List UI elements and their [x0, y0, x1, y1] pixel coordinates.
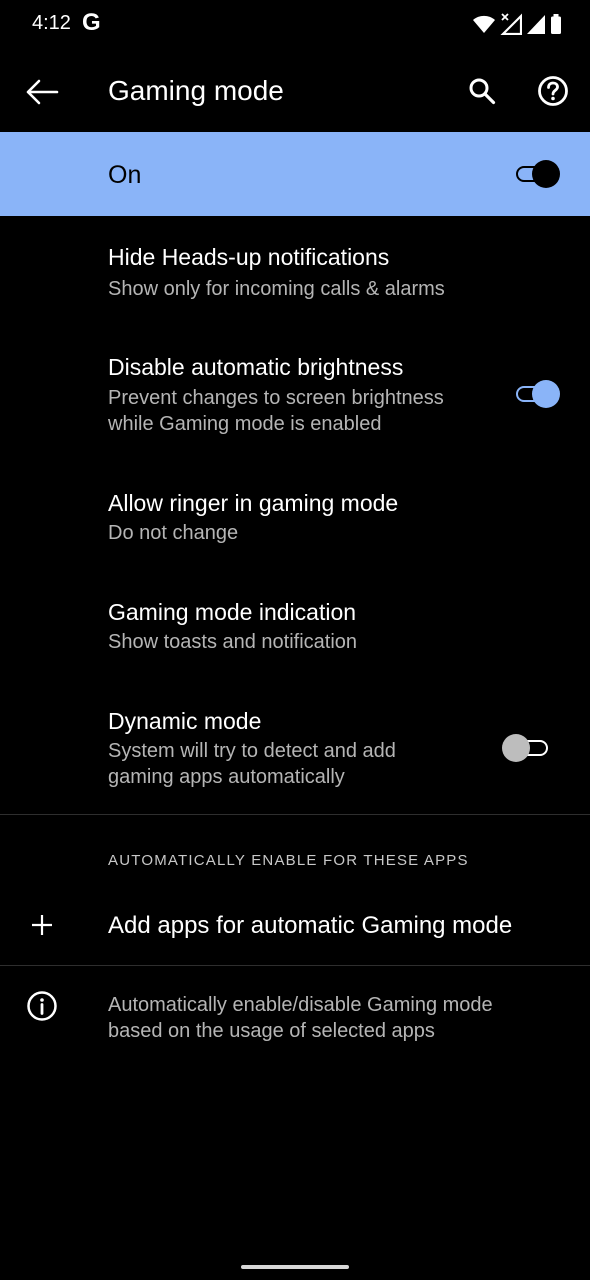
- back-button[interactable]: [22, 72, 62, 112]
- pref-disable-auto-brightness[interactable]: Disable automatic brightness Prevent cha…: [0, 324, 590, 460]
- battery-icon: [551, 14, 561, 34]
- pref-dynamic-mode[interactable]: Dynamic mode System will try to detect a…: [0, 678, 590, 814]
- gesture-nav-handle[interactable]: [241, 1265, 349, 1269]
- footer-info-line: Automatically enable/disable Gaming mode: [108, 994, 493, 1016]
- pref-summary-line: System will try to detect and add: [108, 740, 396, 762]
- pref-summary-line: gaming apps automatically: [108, 766, 345, 788]
- signal-icon: [527, 15, 545, 34]
- search-icon: [469, 78, 496, 105]
- pref-title: Dynamic mode: [108, 708, 262, 734]
- divider: [0, 814, 590, 815]
- add-icon[interactable]: [22, 905, 62, 945]
- pref-summary: Show toasts and notification: [108, 631, 358, 653]
- search-button[interactable]: [462, 71, 502, 111]
- footer-info-line: based on the usage of selected apps: [108, 1020, 435, 1042]
- pref-hide-heads-up[interactable]: Hide Heads-up notifications Show only fo…: [0, 216, 590, 324]
- pref-allow-ringer[interactable]: Allow ringer in gaming mode Do not chang…: [0, 460, 590, 568]
- dynamic-mode-switch[interactable]: [500, 732, 552, 764]
- arrow-back-icon: [26, 79, 59, 105]
- signal-off-icon: [500, 13, 522, 35]
- help-button[interactable]: [533, 71, 573, 111]
- pref-summary: Do not change: [108, 522, 239, 544]
- page-title: Gaming mode: [108, 75, 284, 106]
- brightness-switch[interactable]: [512, 378, 564, 410]
- main-switch-bar[interactable]: On: [0, 132, 590, 216]
- category-header: AUTOMATICALLY ENABLE FOR THESE APPS: [108, 852, 469, 869]
- status-bar: 4:12 G: [0, 0, 590, 48]
- pref-summary-line: while Gaming mode is enabled: [108, 413, 382, 435]
- main-switch-toggle[interactable]: [512, 158, 564, 190]
- footer-info-text: Automatically enable/disable Gaming mode…: [108, 992, 493, 1044]
- info-icon: [22, 986, 62, 1026]
- plus-icon: [32, 915, 52, 935]
- pref-summary-line: Prevent changes to screen brightness: [108, 387, 444, 409]
- pref-title: Hide Heads-up notifications: [108, 244, 390, 270]
- main-switch-label: On: [108, 161, 142, 189]
- pref-title: Allow ringer in gaming mode: [108, 490, 399, 516]
- add-apps-button[interactable]: Add apps for automatic Gaming mode: [108, 912, 512, 940]
- pref-title: Gaming mode indication: [108, 599, 357, 625]
- pref-title: Disable automatic brightness: [108, 354, 404, 380]
- app-bar: Gaming mode: [0, 48, 590, 132]
- pref-summary: Show only for incoming calls & alarms: [108, 278, 445, 300]
- google-icon: G: [82, 9, 101, 36]
- help-icon: [538, 76, 568, 106]
- wifi-icon: [473, 15, 495, 33]
- pref-gaming-mode-indication[interactable]: Gaming mode indication Show toasts and n…: [0, 568, 590, 678]
- status-icons: [472, 12, 562, 36]
- divider: [0, 965, 590, 966]
- status-time: 4:12: [32, 12, 71, 34]
